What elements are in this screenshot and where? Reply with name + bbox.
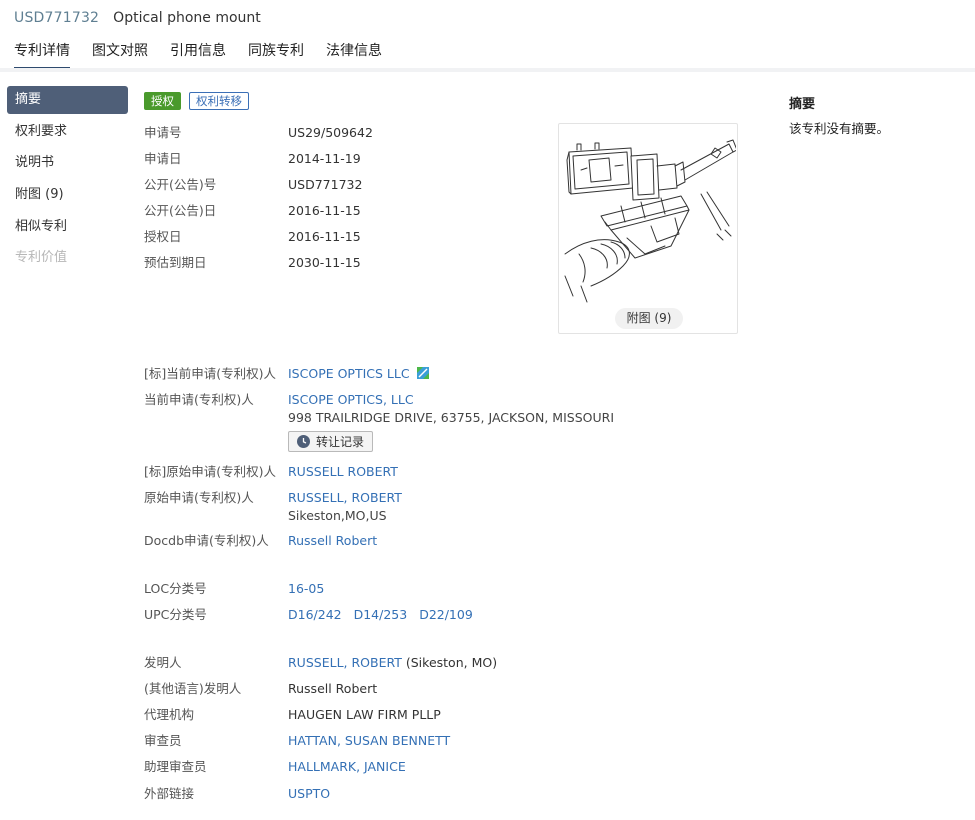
examiner-link[interactable]: HATTAN, SUSAN BENNETT <box>288 733 450 748</box>
external-link-value: USPTO <box>288 785 748 803</box>
field-label: UPC分类号 <box>144 607 207 622</box>
sidebar-item-figures[interactable]: 附图 (9) <box>7 181 128 209</box>
field-label: Docdb申请(专利权)人 <box>144 533 269 548</box>
tab-patent-details[interactable]: 专利详情 <box>14 40 70 70</box>
field-label: 预估到期日 <box>144 255 207 270</box>
std-original-assignee-value: RUSSELL ROBERT <box>288 463 748 481</box>
field-label: 代理机构 <box>144 707 195 722</box>
transfer-record-label: 转让记录 <box>316 434 365 449</box>
field-label: 申请号 <box>144 125 182 140</box>
field-label: 审查员 <box>144 733 182 748</box>
patent-header: USD771732 Optical phone mount <box>14 9 261 27</box>
header-divider <box>0 68 975 72</box>
upc-class-link[interactable]: D22/109 <box>419 607 473 622</box>
docdb-assignee-value: Russell Robert <box>288 532 748 550</box>
assistant-examiner-value: HALLMARK, JANICE <box>288 758 748 776</box>
field-label: LOC分类号 <box>144 581 207 596</box>
std-current-assignee-link[interactable]: ISCOPE OPTICS LLC <box>288 366 410 381</box>
tab-bar: 专利详情 图文对照 引用信息 同族专利 法律信息 <box>14 40 382 70</box>
inventor-link[interactable]: RUSSELL, ROBERT <box>288 655 402 670</box>
field-label: [标]原始申请(专利权)人 <box>144 464 277 479</box>
current-assignee-value: ISCOPE OPTICS, LLC 998 TRAILRIDGE DRIVE,… <box>288 391 748 453</box>
section-nav: 摘要 权利要求 说明书 附图 (9) 相似专利 专利价值 <box>7 86 128 276</box>
field-label: 公开(公告)日 <box>144 203 217 218</box>
upc-class-link[interactable]: D16/242 <box>288 607 342 622</box>
agency-value: HAUGEN LAW FIRM PLLP <box>288 707 441 722</box>
sidebar-item-claims[interactable]: 权利要求 <box>7 118 128 146</box>
event-badge-transfer[interactable]: 权利转移 <box>189 92 249 110</box>
other-language-inventor: Russell Robert <box>288 681 378 696</box>
field-label: 发明人 <box>144 655 182 670</box>
tab-citations[interactable]: 引用信息 <box>170 40 226 70</box>
upc-class-value: D16/242 D14/253 D22/109 <box>288 606 748 624</box>
sidebar-item-value: 专利价值 <box>15 250 68 266</box>
patent-number: USD771732 <box>14 10 100 26</box>
inventor-value: RUSSELL, ROBERT (Sikeston, MO) <box>288 654 748 672</box>
tab-legal[interactable]: 法律信息 <box>326 40 382 70</box>
field-label: 申请日 <box>144 151 182 166</box>
loc-class-value: 16-05 <box>288 580 748 598</box>
examiner-value: HATTAN, SUSAN BENNETT <box>288 732 748 750</box>
assistant-examiner-link[interactable]: HALLMARK, JANICE <box>288 759 406 774</box>
original-assignee-value: RUSSELL, ROBERT Sikeston,MO,US <box>288 489 748 525</box>
uspto-link[interactable]: USPTO <box>288 786 330 801</box>
clock-icon <box>297 435 310 448</box>
company-badge-icon[interactable] <box>416 367 429 379</box>
field-label: 授权日 <box>144 229 182 244</box>
current-assignee-link[interactable]: ISCOPE OPTICS, LLC <box>288 392 414 407</box>
status-badge-granted: 授权 <box>144 92 181 110</box>
sidebar-item-similar[interactable]: 相似专利 <box>7 213 128 241</box>
field-label: (其他语言)发明人 <box>144 681 242 696</box>
std-current-assignee-value: ISCOPE OPTICS LLC <box>288 365 748 383</box>
tab-family[interactable]: 同族专利 <box>248 40 304 70</box>
field-label: 外部链接 <box>144 786 195 801</box>
field-label: [标]当前申请(专利权)人 <box>144 366 277 381</box>
abstract-text: 该专利没有摘要。 <box>789 121 890 136</box>
docdb-assignee-link[interactable]: Russell Robert <box>288 533 377 548</box>
figures-button[interactable]: 附图 (9) <box>615 308 683 329</box>
inventor-location: (Sikeston, MO) <box>405 655 498 670</box>
status-badges: 授权 权利转移 <box>144 92 249 110</box>
std-original-assignee-link[interactable]: RUSSELL ROBERT <box>288 464 398 479</box>
tab-text-figure-compare[interactable]: 图文对照 <box>92 40 148 70</box>
sidebar-item-abstract[interactable]: 摘要 <box>7 86 128 114</box>
current-assignee-address: 998 TRAILRIDGE DRIVE, 63755, JACKSON, MI… <box>288 410 615 425</box>
figure-thumbnail[interactable]: 附图 (9) <box>558 123 738 334</box>
sidebar-item-description[interactable]: 说明书 <box>7 149 128 177</box>
abstract-heading: 摘要 <box>789 97 816 112</box>
field-label: 原始申请(专利权)人 <box>144 490 254 505</box>
field-label: 助理审查员 <box>144 759 207 774</box>
loc-class-link[interactable]: 16-05 <box>288 581 324 596</box>
patent-title: Optical phone mount <box>113 10 261 26</box>
field-label: 当前申请(专利权)人 <box>144 392 254 407</box>
original-assignee-location: Sikeston,MO,US <box>288 508 387 523</box>
transfer-record-button[interactable]: 转让记录 <box>288 431 374 452</box>
field-label: 公开(公告)号 <box>144 177 217 192</box>
original-assignee-link[interactable]: RUSSELL, ROBERT <box>288 490 402 505</box>
upc-class-link[interactable]: D14/253 <box>354 607 408 622</box>
patent-drawing-image <box>564 139 736 303</box>
